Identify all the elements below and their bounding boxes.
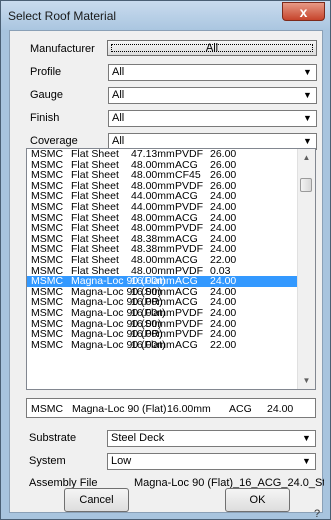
- title-bar[interactable]: Select Roof Material x: [1, 1, 330, 30]
- list-item-manufacturer: MSMC: [31, 306, 64, 319]
- selected-size: 16.00mm: [167, 403, 211, 415]
- list-item-profile: Flat Sheet: [71, 200, 119, 213]
- list-item-size: 16.00mm: [131, 338, 175, 351]
- coverage-label: Coverage: [30, 135, 78, 147]
- list-item-coverage: 22.00: [210, 253, 237, 266]
- system-dropdown[interactable]: Low ▼: [107, 453, 316, 470]
- list-item-manufacturer: MSMC: [31, 200, 64, 213]
- list-item-size: 47.13mm: [131, 148, 175, 160]
- list-item-size: 44.00mm: [131, 200, 175, 213]
- profile-label: Profile: [30, 66, 62, 78]
- list-item[interactable]: MSMC Flat Sheet 44.00mm PVDF 24.00: [27, 202, 299, 213]
- vertical-scrollbar[interactable]: ▲ ▼: [297, 149, 315, 389]
- list-item-coverage: 24.00: [210, 200, 237, 213]
- selected-coverage: 24.00: [267, 403, 294, 415]
- selected-profile: Magna-Loc 90 (Flat): [72, 403, 167, 415]
- finish-label: Finish: [30, 112, 60, 124]
- selected-material-field: MSMC Magna-Loc 90 (Flat) 16.00mm ACG 24.…: [26, 398, 316, 418]
- close-button[interactable]: x: [282, 2, 325, 21]
- list-item-finish: PVDF: [175, 306, 204, 319]
- window-title: Select Roof Material: [8, 9, 117, 23]
- coverage-value: All: [112, 135, 125, 147]
- profile-value: All: [112, 66, 125, 78]
- chevron-down-icon[interactable]: ▼: [299, 455, 314, 468]
- list-item-finish: ACG: [175, 338, 198, 351]
- cancel-button[interactable]: Cancel: [64, 488, 129, 512]
- list-item-profile: Flat Sheet: [71, 148, 119, 160]
- list-item[interactable]: MSMC Magna-Loc 90 (Flat) 16.00mm PVDF 24.00: [27, 308, 299, 319]
- selected-finish: ACG: [229, 403, 252, 415]
- profile-dropdown[interactable]: All ▼: [108, 64, 317, 81]
- list-item-size: 48.00mm: [131, 253, 175, 266]
- gauge-label: Gauge: [30, 89, 64, 101]
- chevron-down-icon[interactable]: ▼: [300, 66, 315, 79]
- chevron-down-icon[interactable]: ▼: [299, 432, 314, 445]
- manufacturer-label: Manufacturer: [30, 43, 95, 55]
- list-item-profile: Flat Sheet: [71, 253, 119, 266]
- materials-listbox[interactable]: MSMC Flat Sheet 47.13mm PVDF 26.00 MSMC Flat S…: [26, 148, 316, 390]
- scroll-down-arrow-icon[interactable]: ▼: [298, 372, 315, 389]
- list-item[interactable]: MSMC Flat Sheet 48.00mm ACG 22.00: [27, 255, 299, 266]
- system-value: Low: [111, 455, 132, 467]
- close-icon: x: [299, 4, 308, 20]
- substrate-value: Steel Deck: [111, 432, 165, 444]
- list-item-coverage: 26.00: [210, 148, 237, 160]
- list-item[interactable]: MSMC Flat Sheet 47.13mm PVDF 26.00: [27, 149, 299, 160]
- system-label: System: [29, 455, 66, 467]
- substrate-label: Substrate: [29, 432, 77, 444]
- finish-value: All: [112, 112, 125, 124]
- materials-list-rows: MSMC Flat Sheet 47.13mm PVDF 26.00 MSMC Flat S…: [27, 149, 299, 350]
- help-icon[interactable]: ?: [314, 508, 320, 520]
- scroll-up-arrow-icon[interactable]: ▲: [298, 149, 315, 166]
- manufacturer-button[interactable]: All: [107, 40, 317, 56]
- selected-manufacturer: MSMC: [31, 403, 64, 415]
- list-item-manufacturer: MSMC: [31, 253, 64, 266]
- chevron-down-icon[interactable]: ▼: [300, 89, 315, 102]
- manufacturer-value: All: [205, 42, 219, 54]
- chevron-down-icon[interactable]: ▼: [300, 135, 315, 148]
- chevron-down-icon[interactable]: ▼: [300, 112, 315, 125]
- list-item-size: 16.00mm: [131, 306, 175, 319]
- gauge-dropdown[interactable]: All ▼: [108, 87, 317, 104]
- list-item-manufacturer: MSMC: [31, 338, 64, 351]
- list-item-manufacturer: MSMC: [31, 148, 64, 160]
- finish-dropdown[interactable]: All ▼: [108, 110, 317, 127]
- list-item-coverage: 22.00: [210, 338, 237, 351]
- list-item-coverage: 24.00: [210, 306, 237, 319]
- dialog-window: Select Roof Material x Manufacturer All …: [0, 0, 331, 520]
- list-item-finish: ACG: [175, 253, 198, 266]
- substrate-dropdown[interactable]: Steel Deck ▼: [107, 430, 316, 447]
- scrollbar-thumb[interactable]: [300, 178, 312, 192]
- ok-button[interactable]: OK: [225, 488, 290, 512]
- list-item-finish: PVDF: [175, 148, 204, 160]
- list-item[interactable]: MSMC Magna-Loc 90 (Flat) 16.00mm ACG 22.00: [27, 340, 299, 351]
- gauge-value: All: [112, 89, 125, 101]
- list-item-finish: PVDF: [175, 200, 204, 213]
